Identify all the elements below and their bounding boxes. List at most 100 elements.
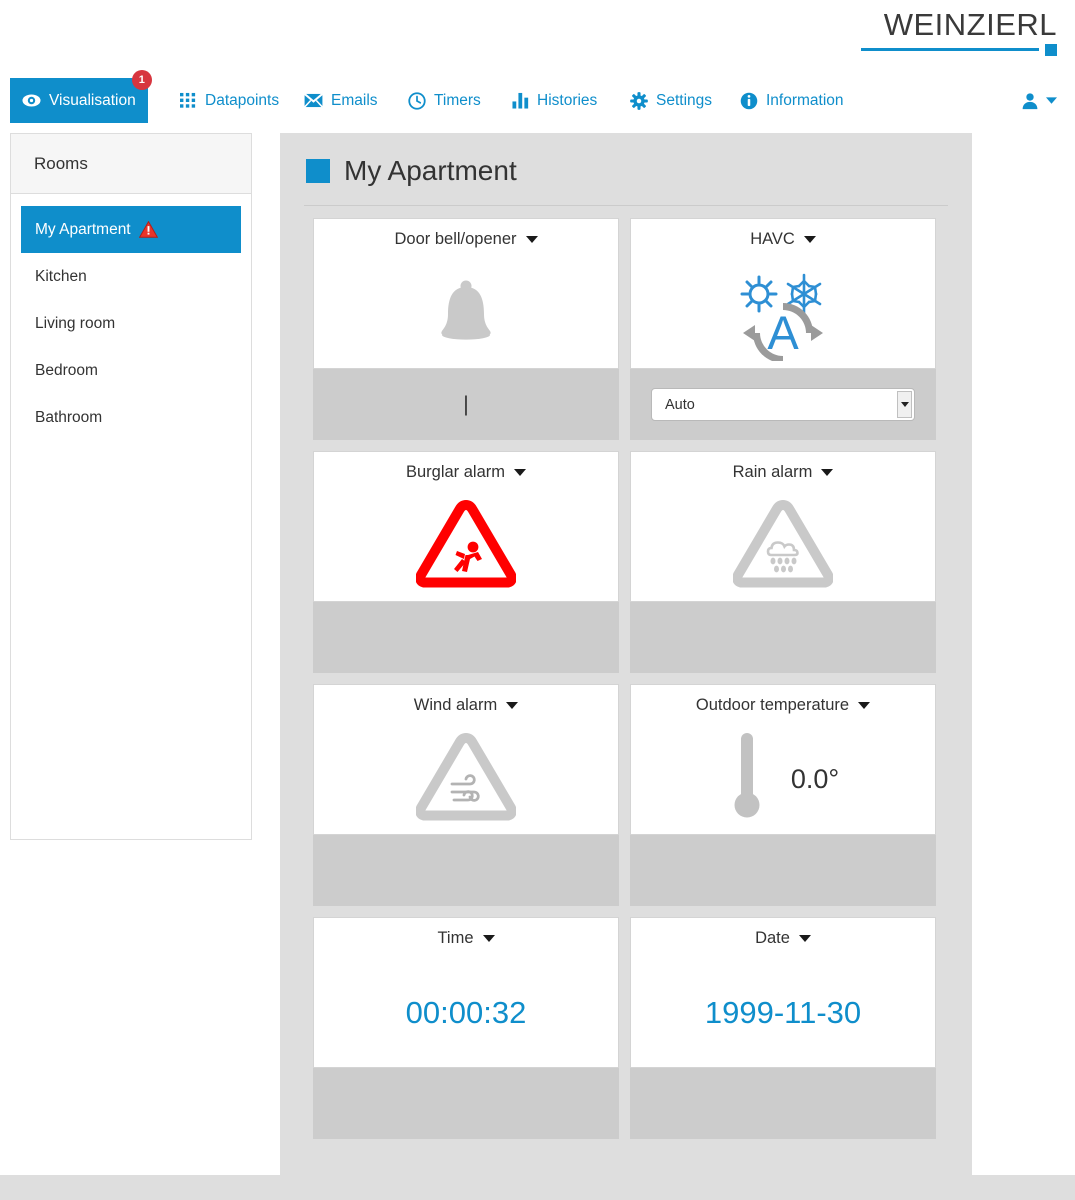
user-menu-button[interactable] <box>1021 78 1057 123</box>
sidebar-item-my-apartment[interactable]: My Apartment <box>21 206 241 253</box>
tile-visual: 1999-11-30 <box>631 958 935 1067</box>
thermometer-icon <box>727 729 767 830</box>
tile-footer <box>630 602 936 673</box>
gear-icon <box>630 91 648 110</box>
chevron-down-icon[interactable] <box>798 934 811 942</box>
tile-title: Time <box>437 928 474 947</box>
chevron-down-icon[interactable] <box>858 701 871 709</box>
chevron-down-icon[interactable] <box>482 934 495 942</box>
nav-item-visualisation[interactable]: Visualisation 1 <box>10 70 152 123</box>
wind-alarm-triangle-icon <box>415 732 517 827</box>
hvac-auto-icon: A <box>728 261 838 366</box>
rooms-sidebar: Rooms My Apartment Kitchen Living room B… <box>10 133 252 840</box>
bell-icon <box>424 269 508 358</box>
tile-footer: | <box>313 369 619 440</box>
svg-text:A: A <box>767 306 799 359</box>
date-value: 1999-11-30 <box>704 994 862 1030</box>
nav-label-timers: Timers <box>434 91 481 109</box>
main-navigation: Visualisation 1 Datapoints Emails Timers… <box>0 70 1075 123</box>
tile-visual: 00:00:32 <box>314 958 618 1067</box>
sidebar-header: Rooms <box>11 134 251 194</box>
nav-label-datapoints: Datapoints <box>205 91 280 109</box>
tile-body: Date 1999-11-30 <box>630 917 936 1068</box>
hvac-mode-select[interactable]: Auto <box>651 388 915 421</box>
nav-item-emails[interactable]: Emails <box>292 78 390 123</box>
chevron-down-icon[interactable] <box>525 235 538 243</box>
tile-header[interactable]: Outdoor temperature <box>695 685 871 725</box>
sidebar-item-kitchen[interactable]: Kitchen <box>21 253 241 300</box>
app-root: WEINZIERL Visualisation 1 Datapoints Ema… <box>0 0 1075 1200</box>
tile-title: Wind alarm <box>413 695 498 714</box>
tile-footer <box>630 1068 936 1139</box>
nav-item-timers[interactable]: Timers <box>396 78 493 123</box>
tile-title: Door bell/opener <box>394 229 517 248</box>
tile-title: HAVC <box>750 229 795 248</box>
envelope-icon <box>304 93 323 108</box>
tile-time: Time 00:00:32 <box>313 917 619 1139</box>
sidebar-item-bedroom[interactable]: Bedroom <box>21 347 241 394</box>
tile-outdoor-temperature: Outdoor temperature 0.0° <box>630 684 936 906</box>
room-list: My Apartment Kitchen Living room Bedroom <box>11 194 251 441</box>
tile-havc: HAVC A Auto <box>630 218 936 440</box>
tile-footer <box>313 602 619 673</box>
chevron-down-icon[interactable] <box>514 468 527 476</box>
page-title: My Apartment <box>280 133 972 187</box>
nav-label-histories: Histories <box>537 91 598 109</box>
chevron-down-icon[interactable] <box>506 701 519 709</box>
tile-visual: 0.0° <box>631 725 935 834</box>
tile-header[interactable]: Wind alarm <box>413 685 519 725</box>
burglar-alarm-triangle-icon <box>415 499 517 594</box>
hvac-mode-value: Auto <box>665 396 695 413</box>
chevron-down-icon[interactable] <box>821 468 834 476</box>
select-arrow-icon[interactable] <box>897 391 912 418</box>
sidebar-item-label: Living room <box>35 314 116 332</box>
sidebar-item-bathroom[interactable]: Bathroom <box>21 394 241 441</box>
tile-visual <box>314 492 618 601</box>
bar-chart-icon <box>512 92 529 109</box>
title-square-icon <box>306 159 330 183</box>
nav-item-information[interactable]: Information <box>728 78 856 123</box>
brand-logo-square <box>1045 44 1057 56</box>
tile-header[interactable]: Time <box>437 918 495 958</box>
tile-footer <box>630 835 936 906</box>
brand-logo-text: WEINZIERL <box>883 7 1057 42</box>
nav-item-settings[interactable]: Settings <box>618 78 724 123</box>
tile-header[interactable]: Date <box>755 918 811 958</box>
sidebar-item-label: Bathroom <box>35 408 103 426</box>
tile-visual <box>314 725 618 834</box>
tile-header[interactable]: HAVC <box>750 219 816 259</box>
tile-title: Outdoor temperature <box>695 695 850 714</box>
time-value: 00:00:32 <box>405 994 527 1030</box>
tile-header[interactable]: Door bell/opener <box>395 219 538 259</box>
temperature-value: 0.0° <box>790 764 840 794</box>
chevron-down-icon[interactable] <box>803 235 816 243</box>
page-title-text: My Apartment <box>344 155 517 186</box>
tile-visual <box>314 259 618 368</box>
tile-visual: A <box>631 259 935 368</box>
rain-alarm-triangle-icon <box>732 499 834 594</box>
nav-item-histories[interactable]: Histories <box>500 78 609 123</box>
tile-footer <box>313 835 619 906</box>
user-icon <box>1021 92 1039 110</box>
sidebar-item-living-room[interactable]: Living room <box>21 300 241 347</box>
nav-item-datapoints[interactable]: Datapoints <box>168 78 291 123</box>
clock-icon <box>408 91 426 110</box>
tile-title: Date <box>755 928 790 947</box>
tile-body: Outdoor temperature 0.0° <box>630 684 936 835</box>
tile-rain-alarm: Rain alarm <box>630 451 936 673</box>
brand-logo: WEINZIERL <box>857 8 1057 58</box>
tile-body: Burglar alarm <box>313 451 619 602</box>
tile-title: Rain alarm <box>732 462 813 481</box>
tile-header[interactable]: Burglar alarm <box>406 452 527 492</box>
grid-icon <box>180 92 197 109</box>
tile-footer-value[interactable]: | <box>463 393 468 417</box>
info-circle-icon <box>740 92 758 110</box>
tile-body: Wind alarm <box>313 684 619 835</box>
tile-header[interactable]: Rain alarm <box>733 452 834 492</box>
tile-body: Door bell/opener <box>313 218 619 369</box>
visualisation-panel: My Apartment Door bell/opener | HAVC A A… <box>280 133 972 1175</box>
sidebar-item-label: Kitchen <box>35 267 87 285</box>
chevron-down-icon <box>1046 96 1057 105</box>
tile-footer: Auto <box>630 369 936 440</box>
tile-visual <box>631 492 935 601</box>
